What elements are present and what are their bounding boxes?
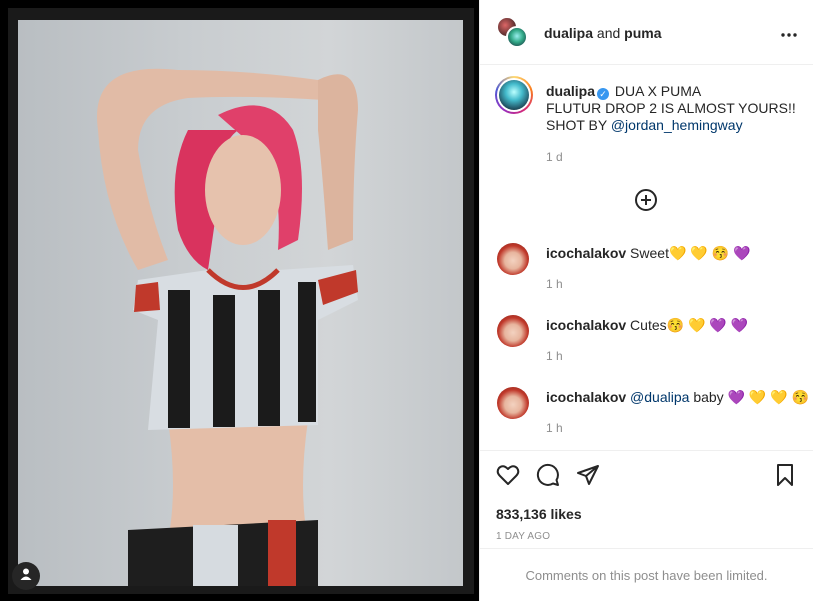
post-media xyxy=(0,0,479,601)
post-header: dualipa and puma xyxy=(480,0,813,65)
comment-item: icochalakov Sweet💛 💛 😚 💜 1 h xyxy=(480,243,813,303)
comments-section: dualipa ✓ DUA X PUMA FLUTUR DROP 2 IS ALM… xyxy=(480,65,813,450)
comment-body: Cutes xyxy=(630,317,667,333)
comment-body: Sweet xyxy=(630,245,669,261)
caption-line-2: FLUTUR DROP 2 IS ALMOST YOURS!! xyxy=(546,100,796,116)
post-caption: dualipa ✓ DUA X PUMA FLUTUR DROP 2 IS ALM… xyxy=(480,65,813,185)
authors-connector: and xyxy=(596,25,621,41)
comment-emoji: 😚 xyxy=(711,245,730,261)
comment-time: 1 h xyxy=(546,277,563,291)
comment-mention[interactable]: @dualipa xyxy=(630,389,689,405)
bookmark-icon[interactable] xyxy=(773,463,797,487)
comment-emoji: 💜 xyxy=(730,317,749,333)
comment-emoji: 💛 xyxy=(687,317,706,333)
comment-emoji: 💛 xyxy=(770,389,788,405)
comment-emoji: 💜 xyxy=(709,317,727,333)
owner-username[interactable]: dualipa xyxy=(544,25,593,41)
post-side-panel: dualipa and puma dualipa ✓ DUA X PUMA FLU… xyxy=(479,0,813,601)
post-photo[interactable] xyxy=(18,20,463,586)
user-tag-button[interactable] xyxy=(12,562,40,590)
caption-mention[interactable]: @jordan_hemingway xyxy=(611,117,743,133)
caption-username[interactable]: dualipa xyxy=(546,83,595,99)
comment-item: icochalakov @dualipa baby 💜 💛 💛 😚 1 h xyxy=(480,387,813,447)
commenter-username[interactable]: icochalakov xyxy=(546,317,626,333)
caption-avatar[interactable] xyxy=(495,76,533,114)
photo-illustration xyxy=(97,68,358,586)
paper-plane-icon[interactable] xyxy=(576,463,600,487)
comment-item: icochalakov Cutes😚 💛 💜 💜 1 h xyxy=(480,315,813,375)
post-actions: 833,136 likes 1 DAY AGO xyxy=(480,450,813,551)
commenter-avatar[interactable] xyxy=(497,315,529,347)
collaborator-username[interactable]: puma xyxy=(624,25,661,41)
comment-emoji: 💜 xyxy=(732,245,751,261)
heart-icon[interactable] xyxy=(496,463,520,487)
comment-emoji: 💛 xyxy=(748,389,767,405)
likes-count[interactable]: 833,136 likes xyxy=(496,506,582,522)
post-timestamp: 1 DAY AGO xyxy=(496,531,551,542)
post-authors: dualipa and puma xyxy=(544,25,662,41)
comment-emoji: 😚 xyxy=(666,317,685,333)
comment-text: icochalakov Sweet💛 💛 😚 💜 xyxy=(546,245,750,262)
caption-text: dualipa ✓ DUA X PUMA FLUTUR DROP 2 IS ALM… xyxy=(546,83,801,134)
comment-text: icochalakov Cutes😚 💛 💜 💜 xyxy=(546,317,748,334)
commenter-username[interactable]: icochalakov xyxy=(546,245,626,261)
comment-emoji: 💛 xyxy=(690,245,708,261)
commenter-username[interactable]: icochalakov xyxy=(546,389,626,405)
comment-body: baby xyxy=(693,389,724,405)
comment-emoji: 💜 xyxy=(727,389,745,405)
more-options-icon[interactable] xyxy=(781,24,797,38)
verified-badge-icon: ✓ xyxy=(597,88,610,100)
commenter-avatar[interactable] xyxy=(497,387,529,419)
avatar-puma xyxy=(506,26,528,48)
comment-emoji: 💛 xyxy=(668,245,687,261)
user-tag-icon xyxy=(19,567,33,586)
plus-circle-icon xyxy=(634,189,658,216)
comment-time: 1 h xyxy=(546,349,563,363)
caption-line-3-prefix: SHOT BY xyxy=(546,117,607,133)
photo-frame xyxy=(8,8,474,594)
caption-line-1: DUA X PUMA xyxy=(614,83,702,99)
commenter-avatar[interactable] xyxy=(497,243,529,275)
collab-avatars[interactable] xyxy=(496,16,530,50)
load-more-comments-button[interactable] xyxy=(634,188,658,212)
caption-time: 1 d xyxy=(546,150,563,164)
comment-bubble-icon[interactable] xyxy=(536,463,560,487)
comments-limited-notice: Comments on this post have been limited. xyxy=(480,548,813,602)
comment-emoji: 😚 xyxy=(791,389,809,405)
comment-time: 1 h xyxy=(546,421,563,435)
comment-text: icochalakov @dualipa baby 💜 💛 💛 😚 xyxy=(546,389,809,406)
